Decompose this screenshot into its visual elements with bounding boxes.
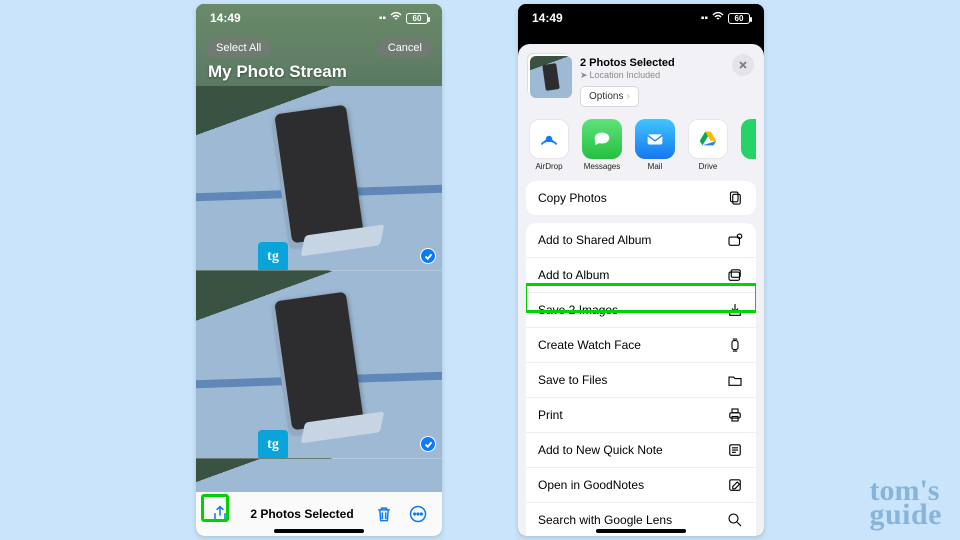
action-copy-photos[interactable]: Copy Photos (526, 181, 756, 215)
messages-icon (591, 128, 613, 150)
share-subtitle: ➤ Location Included (580, 70, 675, 82)
app-messages[interactable]: Messages (581, 119, 623, 171)
app-airdrop[interactable]: AirDrop (528, 119, 570, 171)
chevron-right-icon: › (626, 90, 629, 103)
status-bar: 14:49 ▪▪ 60 (518, 4, 764, 32)
selected-check-icon (420, 248, 436, 264)
wifi-icon (712, 12, 724, 25)
share-apps-row[interactable]: AirDrop Messages Mail Drive (526, 113, 756, 179)
select-all-button[interactable]: Select All (206, 38, 271, 58)
print-icon (726, 406, 744, 424)
status-bar: 14:49 ▪▪ 60 (196, 4, 442, 32)
action-goodnotes[interactable]: Open in GoodNotes (526, 468, 756, 503)
more-button[interactable] (408, 504, 428, 524)
toms-guide-logo: tom's guide (869, 479, 942, 528)
share-thumbnail (530, 56, 572, 98)
status-time: 14:49 (532, 11, 563, 25)
status-right: ▪▪ 60 (701, 12, 750, 25)
battery-icon: 60 (406, 13, 428, 24)
app-extra[interactable]: W (740, 119, 756, 171)
phone-left-photos: 14:49 ▪▪ 60 Select All Cancel My Photo S… (196, 4, 442, 536)
action-save-images[interactable]: Save 2 Images (526, 293, 756, 328)
goodnotes-icon (726, 476, 744, 494)
home-indicator (596, 529, 686, 533)
airdrop-icon (536, 126, 562, 152)
action-add-album[interactable]: Add to Album (526, 258, 756, 293)
home-indicator (274, 529, 364, 533)
folder-icon (726, 371, 744, 389)
share-button[interactable] (210, 504, 230, 524)
copy-icon (726, 189, 744, 207)
location-arrow-icon: ➤ (580, 70, 588, 82)
trash-button[interactable] (374, 504, 394, 524)
action-print[interactable]: Print (526, 398, 756, 433)
close-button[interactable] (732, 54, 754, 76)
app-mail[interactable]: Mail (634, 119, 676, 171)
watch-icon (726, 336, 744, 354)
action-save-files[interactable]: Save to Files (526, 363, 756, 398)
note-icon (726, 441, 744, 459)
selected-check-icon (420, 436, 436, 452)
album-icon (726, 266, 744, 284)
share-sheet: 2 Photos Selected ➤ Location Included Op… (518, 44, 764, 536)
battery-icon: 60 (728, 13, 750, 24)
action-add-shared-album[interactable]: Add to Shared Album (526, 223, 756, 258)
status-time: 14:49 (210, 11, 241, 25)
wifi-icon (390, 12, 402, 25)
phone-right-share-sheet: 14:49 ▪▪ 60 2 Photos Selected ➤ Location… (518, 4, 764, 536)
signal-icon: ▪▪ (379, 13, 386, 24)
action-quick-note[interactable]: Add to New Quick Note (526, 433, 756, 468)
options-button[interactable]: Options › (580, 86, 639, 107)
photo-thumbnail[interactable]: tg (196, 86, 442, 271)
shared-album-icon (726, 231, 744, 249)
drive-icon (697, 128, 719, 150)
mail-icon (644, 128, 666, 150)
save-icon (726, 301, 744, 319)
photo-thumbnail[interactable]: tg (196, 271, 442, 459)
search-icon (726, 511, 744, 529)
photo-grid: tg tg (196, 86, 442, 492)
album-title: My Photo Stream (208, 62, 347, 82)
app-drive[interactable]: Drive (687, 119, 729, 171)
status-right: ▪▪ 60 (379, 12, 428, 25)
share-title: 2 Photos Selected (580, 56, 675, 70)
cancel-button[interactable]: Cancel (378, 38, 432, 58)
selection-count: 2 Photos Selected (250, 507, 353, 521)
action-watch-face[interactable]: Create Watch Face (526, 328, 756, 363)
signal-icon: ▪▪ (701, 13, 708, 24)
